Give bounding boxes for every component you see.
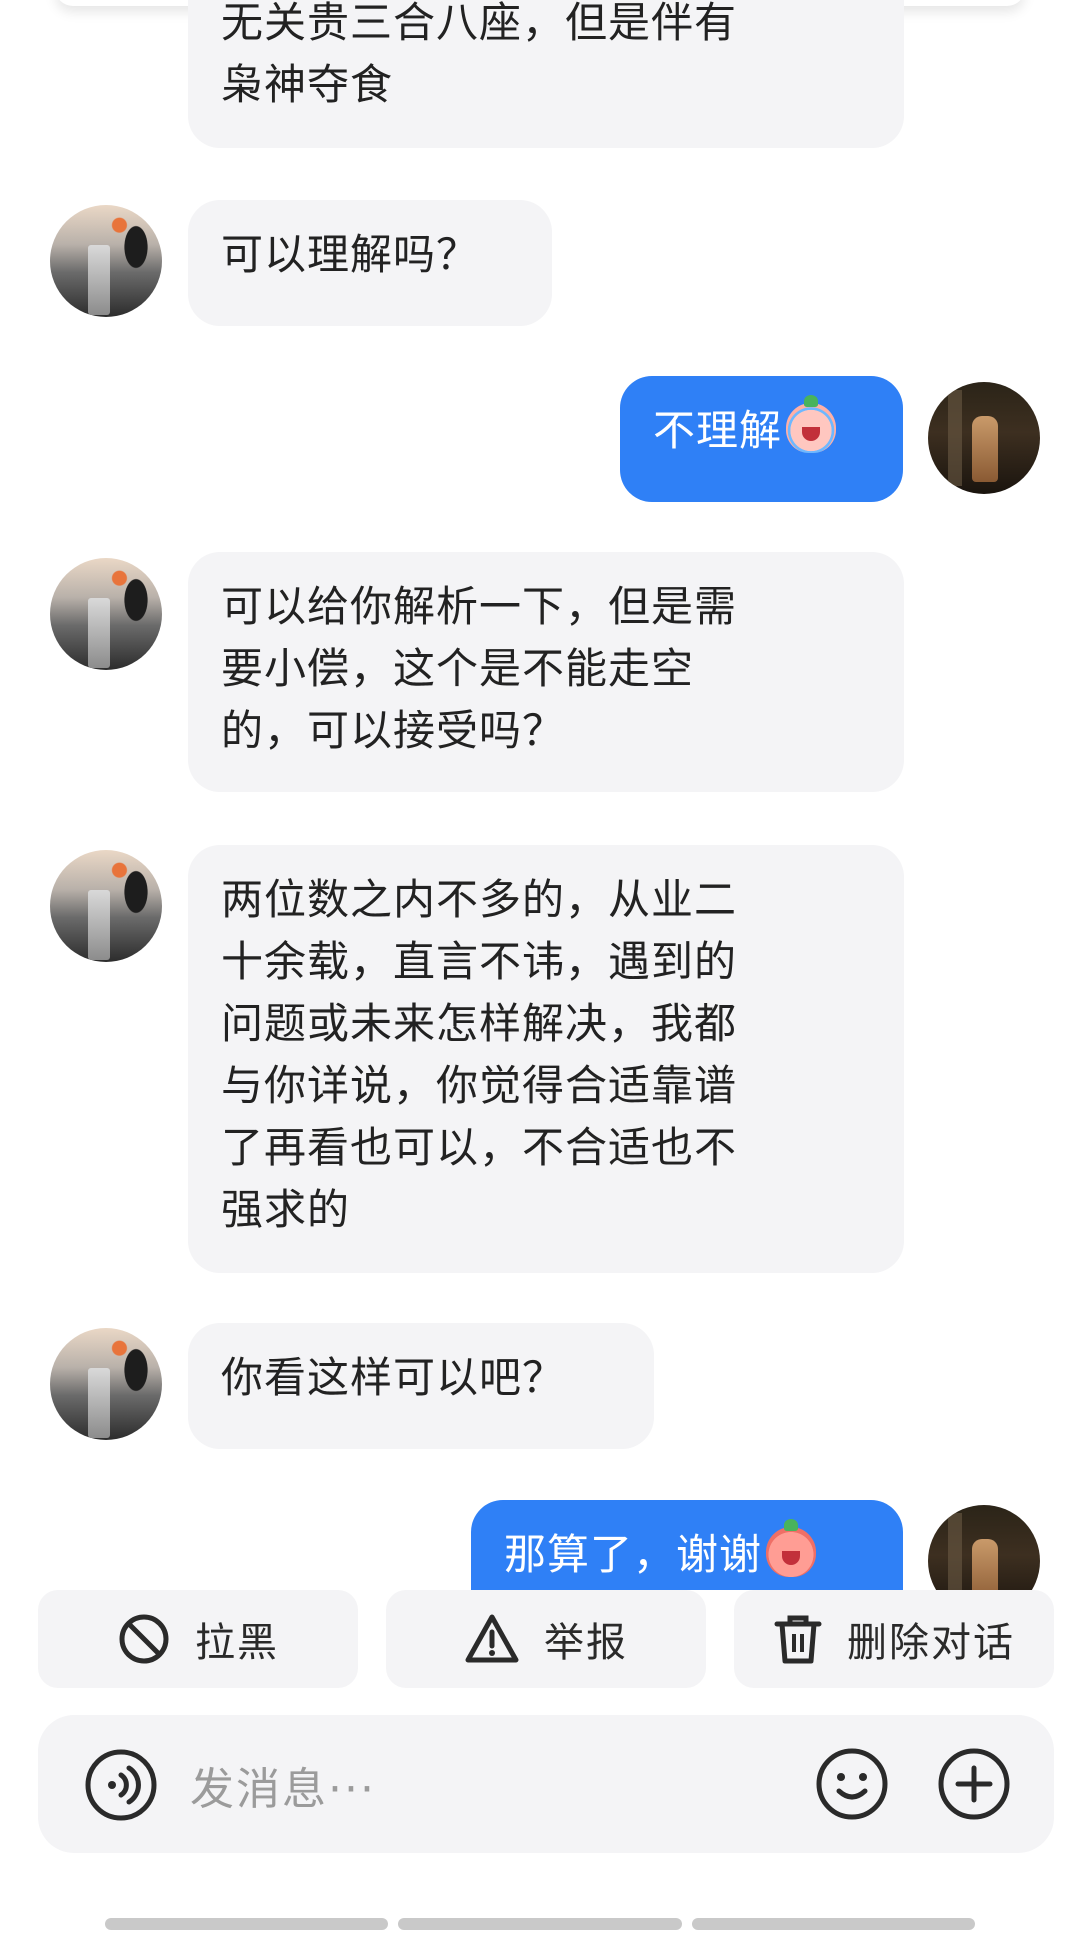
message-line: 十余载，直言不讳，遇到的 <box>221 937 738 986</box>
nav-segment[interactable] <box>398 1918 682 1930</box>
nav-segment[interactable] <box>691 1918 975 1930</box>
plus-icon <box>938 1748 1010 1820</box>
message-line: 了再看也可以，不合适也不 <box>221 1123 738 1172</box>
contact-avatar[interactable] <box>50 850 162 962</box>
message-bubble-other[interactable]: 你看这样可以吧？ <box>188 1323 654 1449</box>
crying-face-emoji-icon <box>786 395 837 453</box>
report-button[interactable]: 举报 <box>386 1590 706 1688</box>
message-line: 问题或未来怎样解决，我都 <box>221 999 738 1048</box>
warning-icon <box>465 1614 519 1663</box>
message-line: 的，可以接受吗？ <box>221 706 566 755</box>
delete-conversation-label: 删除对话 <box>847 1620 1015 1666</box>
message-text: 那算了，谢谢 <box>504 1530 763 1579</box>
voice-button[interactable] <box>84 1748 158 1826</box>
message-line: 与你详说，你觉得合适靠谱 <box>221 1061 738 1110</box>
message-bubble-other[interactable]: 可以理解吗？ <box>188 200 552 326</box>
contact-avatar[interactable] <box>50 558 162 670</box>
message-text: 不理解 <box>653 406 783 455</box>
laughing-face-emoji-icon <box>766 1519 817 1577</box>
message-text: 可以理解吗？ <box>221 230 480 279</box>
message-line: 两位数之内不多的，从业二 <box>221 875 738 924</box>
block-icon <box>119 1614 169 1664</box>
message-line: 枭神夺食 <box>221 60 394 109</box>
voice-icon <box>85 1749 157 1821</box>
message-bubble-me[interactable]: 不理解 <box>620 376 903 502</box>
chat-list[interactable]: 无关贵三合八座，但是伴有 枭神夺食 可以理解吗？ 不理解 可以给你解析一下，但是… <box>0 0 1080 1590</box>
my-avatar[interactable] <box>928 1505 1040 1590</box>
message-line: 可以给你解析一下，但是需 <box>221 582 738 631</box>
report-label: 举报 <box>544 1620 628 1666</box>
message-bubble-other[interactable]: 可以给你解析一下，但是需 要小偿，这个是不能走空 的，可以接受吗？ <box>188 552 904 792</box>
navigation-bar <box>105 1918 975 1930</box>
message-bubble-other[interactable]: 无关贵三合八座，但是伴有 枭神夺食 <box>188 0 904 148</box>
block-button[interactable]: 拉黑 <box>38 1590 358 1688</box>
nav-segment[interactable] <box>105 1918 389 1930</box>
contact-avatar[interactable] <box>50 1328 162 1440</box>
message-line: 无关贵三合八座，但是伴有 <box>221 0 738 47</box>
message-bubble-other[interactable]: 两位数之内不多的，从业二 十余载，直言不讳，遇到的 问题或未来怎样解决，我都 与… <box>188 845 904 1273</box>
message-composer: 发消息··· <box>38 1715 1054 1853</box>
message-line: 强求的 <box>221 1185 351 1234</box>
trash-icon <box>774 1615 822 1664</box>
message-text: 你看这样可以吧？ <box>221 1353 566 1402</box>
more-button[interactable] <box>936 1746 1012 1826</box>
emoji-button[interactable] <box>814 1746 890 1826</box>
contact-avatar[interactable] <box>50 205 162 317</box>
my-avatar[interactable] <box>928 382 1040 494</box>
message-bubble-me[interactable]: 那算了，谢谢 <box>471 1500 903 1590</box>
message-line: 要小偿，这个是不能走空 <box>221 644 695 693</box>
message-input[interactable]: 发消息··· <box>190 1753 376 1817</box>
delete-conversation-button[interactable]: 删除对话 <box>734 1590 1054 1688</box>
action-bar: 拉黑 举报 删除对话 <box>38 1590 1054 1688</box>
smile-icon <box>816 1748 888 1820</box>
block-label: 拉黑 <box>195 1620 279 1666</box>
